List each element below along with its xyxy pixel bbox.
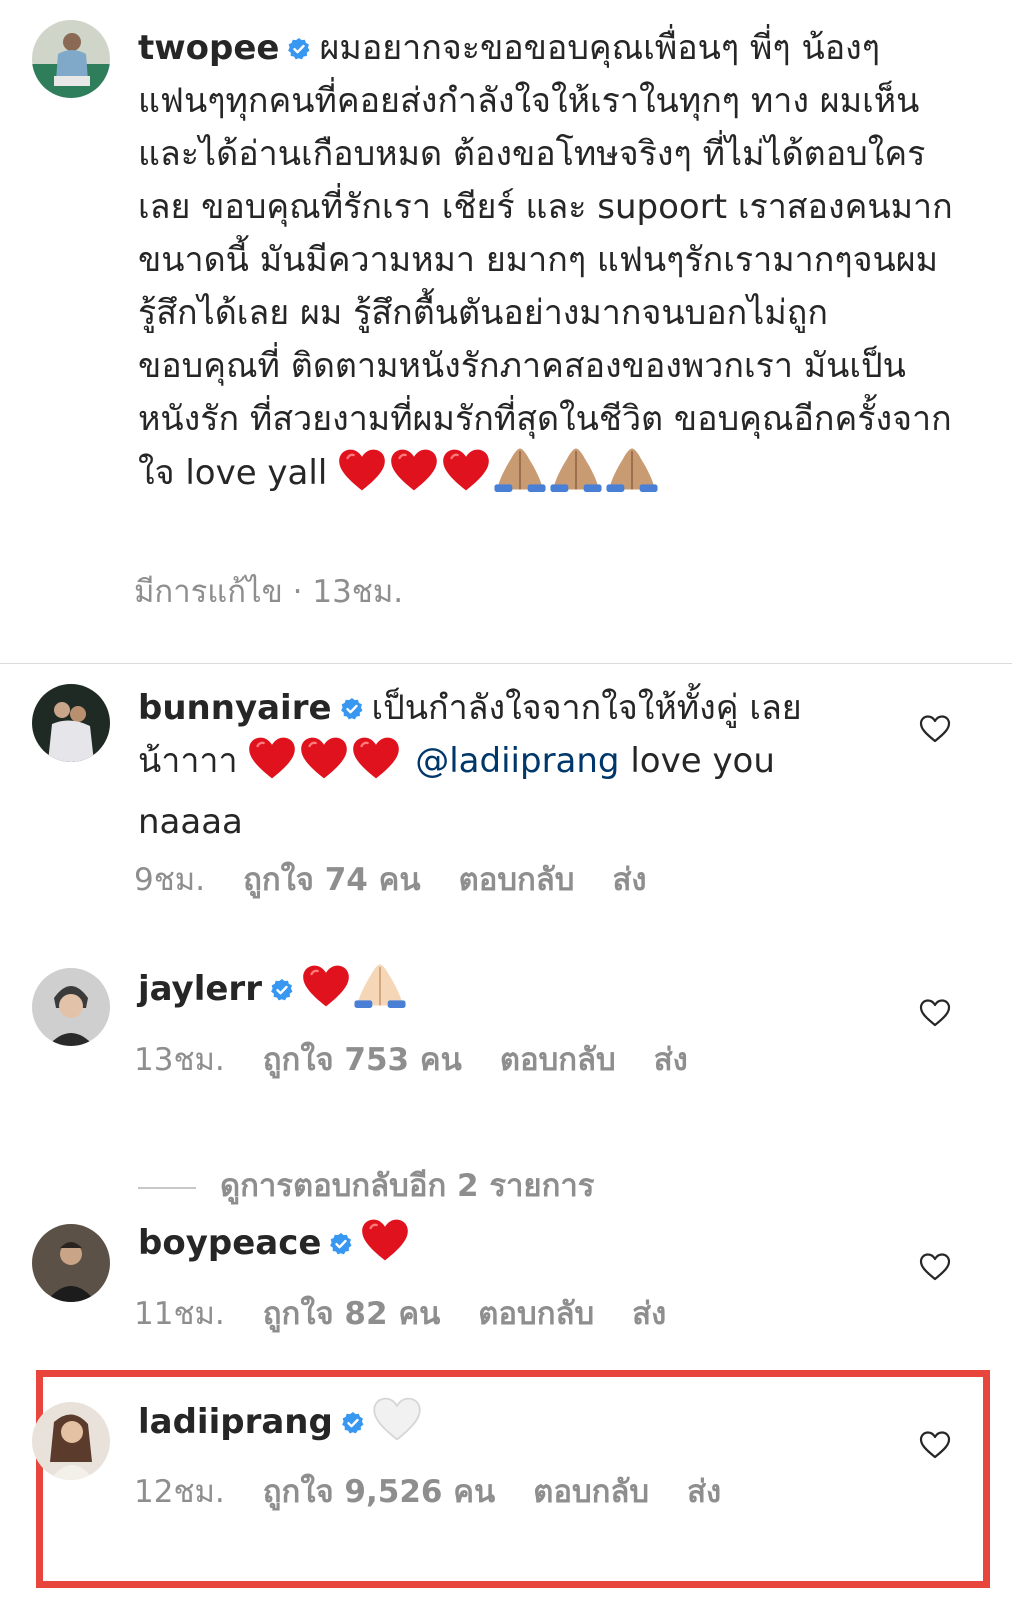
comment-time: 13ชม.: [134, 1042, 225, 1078]
heart-outline-icon[interactable]: [919, 998, 951, 1028]
comment-meta: 13ชม. ถูกใจ 753 คน ตอบกลับ ส่ง: [134, 1034, 726, 1084]
avatar-bunnyaire[interactable]: [32, 684, 110, 762]
heart-outline-icon[interactable]: [919, 1252, 951, 1282]
view-replies-label: ดูการตอบกลับอีก 2 รายการ: [220, 1168, 595, 1204]
reply-button[interactable]: ตอบกลับ: [459, 862, 575, 898]
red-heart-emoji: [442, 448, 490, 508]
red-heart-emoji: [352, 736, 400, 796]
reply-button[interactable]: ตอบกลับ: [478, 1296, 594, 1332]
avatar-ladiiprang[interactable]: [32, 1402, 110, 1480]
avatar-boypeace[interactable]: [32, 1224, 110, 1302]
comment-meta: 12ชม. ถูกใจ 9,526 คน ตอบกลับ ส่ง: [134, 1466, 759, 1516]
comment-boypeace: boypeace: [138, 1217, 838, 1278]
comment-username[interactable]: boypeace: [138, 1223, 321, 1263]
comment-time: 9ชม.: [134, 862, 206, 898]
comment-username[interactable]: ladiiprang: [138, 1402, 333, 1442]
send-button[interactable]: ส่ง: [687, 1474, 721, 1510]
reply-button[interactable]: ตอบกลับ: [533, 1474, 649, 1510]
likes-count[interactable]: ถูกใจ 82 คน: [263, 1296, 441, 1332]
view-replies-button[interactable]: ดูการตอบกลับอีก 2 รายการ: [138, 1160, 594, 1210]
comment-meta: 11ชม. ถูกใจ 82 คน ตอบกลับ ส่ง: [134, 1288, 704, 1338]
reply-button[interactable]: ตอบกลับ: [500, 1042, 616, 1078]
likes-count[interactable]: ถูกใจ 753 คน: [263, 1042, 462, 1078]
red-heart-emoji: [361, 1218, 409, 1278]
praying-hands-emoji: [606, 446, 658, 508]
comment-meta: 9ชม. ถูกใจ 74 คน ตอบกลับ ส่ง: [134, 854, 685, 904]
heart-outline-icon[interactable]: [919, 1430, 951, 1460]
comment-username[interactable]: jaylerr: [138, 969, 262, 1009]
post-meta: มีการแก้ไข · 13ชม.: [134, 566, 441, 616]
comment-username[interactable]: bunnyaire: [138, 688, 332, 728]
white-heart-emoji: [373, 1397, 421, 1457]
post-username[interactable]: twopee: [138, 28, 279, 68]
divider: [0, 663, 1012, 664]
praying-hands-emoji: [550, 446, 602, 508]
comment-bunnyaire: bunnyaire เป็นกำลังใจจากใจให้ทั้งคู่ เลยน…: [138, 682, 838, 849]
verified-icon: [341, 1411, 365, 1435]
send-button[interactable]: ส่ง: [632, 1296, 666, 1332]
verified-icon: [270, 978, 294, 1002]
comment-time: 12ชม.: [134, 1474, 225, 1510]
red-heart-emoji: [390, 448, 438, 508]
send-button[interactable]: ส่ง: [612, 862, 646, 898]
comment-jaylerr: jaylerr: [138, 962, 838, 1024]
replies-line: [138, 1186, 196, 1189]
edited-label: มีการแก้ไข · 13ชม.: [134, 574, 404, 610]
heart-outline-icon[interactable]: [919, 714, 951, 744]
post-caption: twopee ผมอยากจะขอขอบคุณเพื่อนๆ พี่ๆ น้องๆ…: [138, 22, 953, 508]
verified-icon: [329, 1232, 353, 1256]
likes-count[interactable]: ถูกใจ 74 คน: [243, 862, 421, 898]
avatar-jaylerr[interactable]: [32, 968, 110, 1046]
praying-hands-emoji: [494, 446, 546, 508]
likes-count[interactable]: ถูกใจ 9,526 คน: [263, 1474, 495, 1510]
send-button[interactable]: ส่ง: [654, 1042, 688, 1078]
caption-text: ผมอยากจะขอขอบคุณเพื่อนๆ พี่ๆ น้องๆ แฟนๆท…: [138, 28, 953, 493]
red-heart-emoji: [302, 964, 350, 1024]
comment-time: 11ชม.: [134, 1296, 225, 1332]
red-heart-emoji: [248, 736, 296, 796]
mention-link[interactable]: @ladiiprang: [415, 741, 619, 781]
verified-icon: [340, 697, 364, 721]
avatar-twopee[interactable]: [32, 20, 110, 98]
comment-ladiiprang: ladiiprang: [138, 1396, 838, 1457]
red-heart-emoji: [338, 448, 386, 508]
praying-hands-emoji: [354, 962, 406, 1024]
red-heart-emoji: [300, 736, 348, 796]
verified-icon: [287, 37, 311, 61]
